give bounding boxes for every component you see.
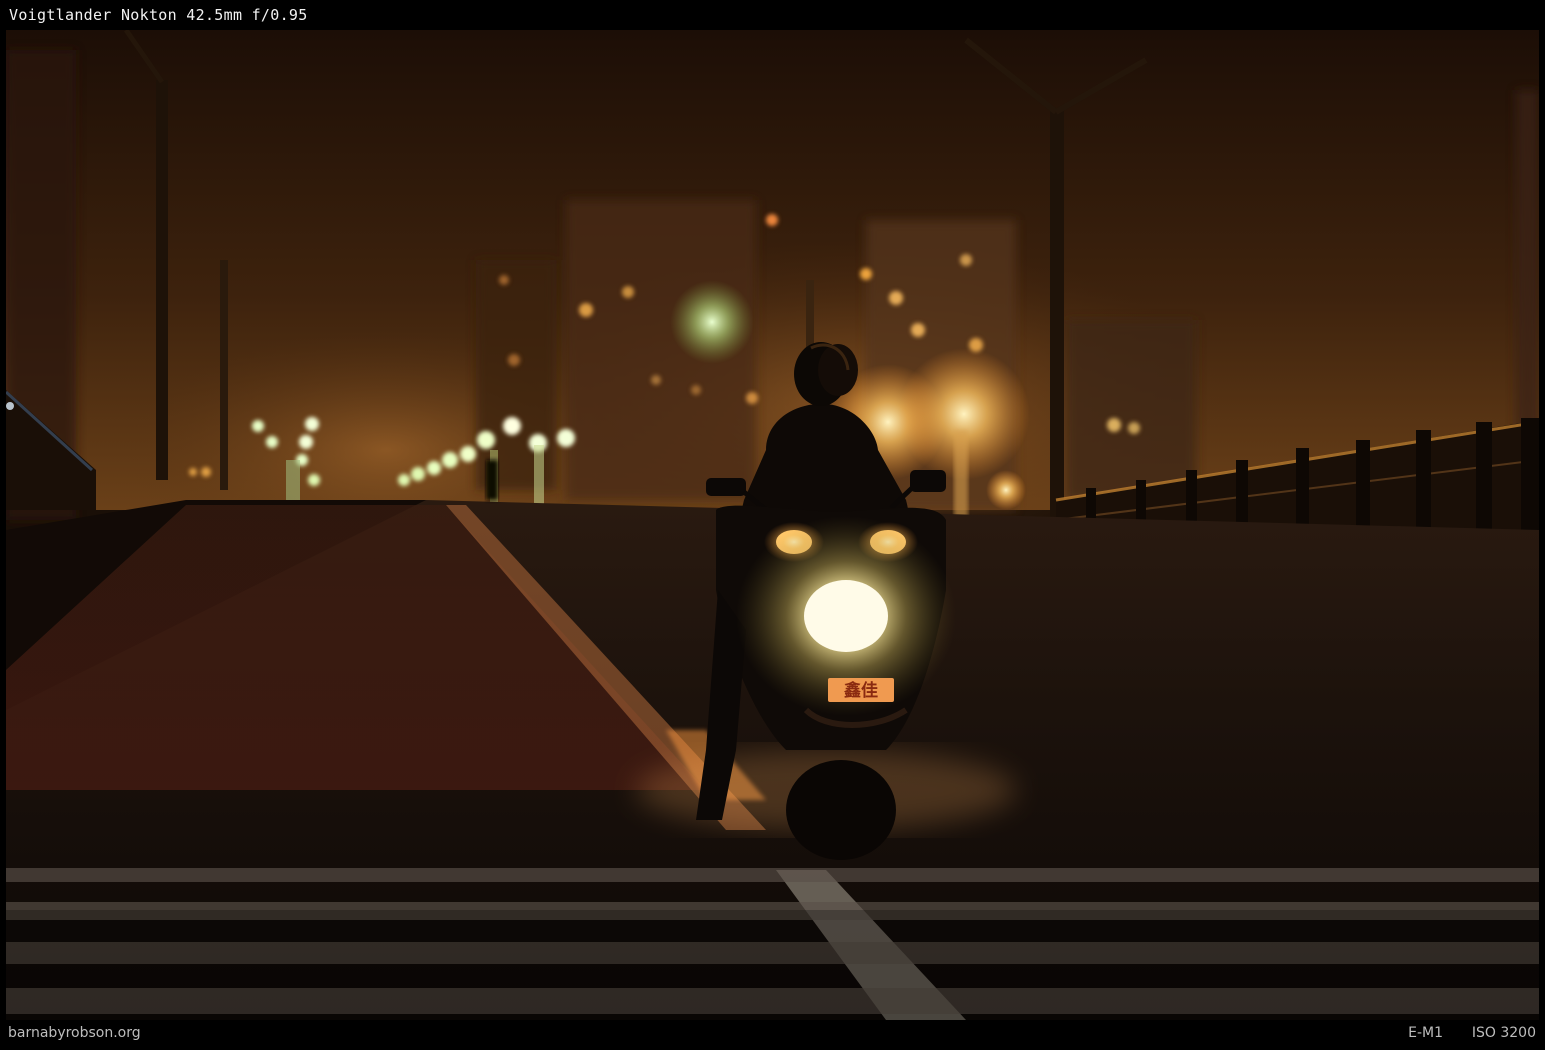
green-streetlight-bokeh [670, 280, 754, 364]
distant-pedestrian [486, 460, 498, 500]
iso-value: ISO 3200 [1471, 1025, 1536, 1041]
night-scooter-photo: 鑫佳 [6, 30, 1539, 1020]
exif-footer-bar: barnabyrobson.org E-M1 ISO 3200 [0, 1020, 1545, 1050]
lens-label: Voigtlander Nokton 42.5mm f/0.95 [9, 6, 308, 24]
vignette-bottom [6, 910, 1539, 1020]
lens-caption-bar: Voigtlander Nokton 42.5mm f/0.95 [0, 0, 1545, 30]
camera-model: E-M1 [1408, 1025, 1443, 1041]
license-plate-text: 鑫佳 [843, 680, 878, 701]
website-credit: barnabyrobson.org [8, 1025, 141, 1041]
